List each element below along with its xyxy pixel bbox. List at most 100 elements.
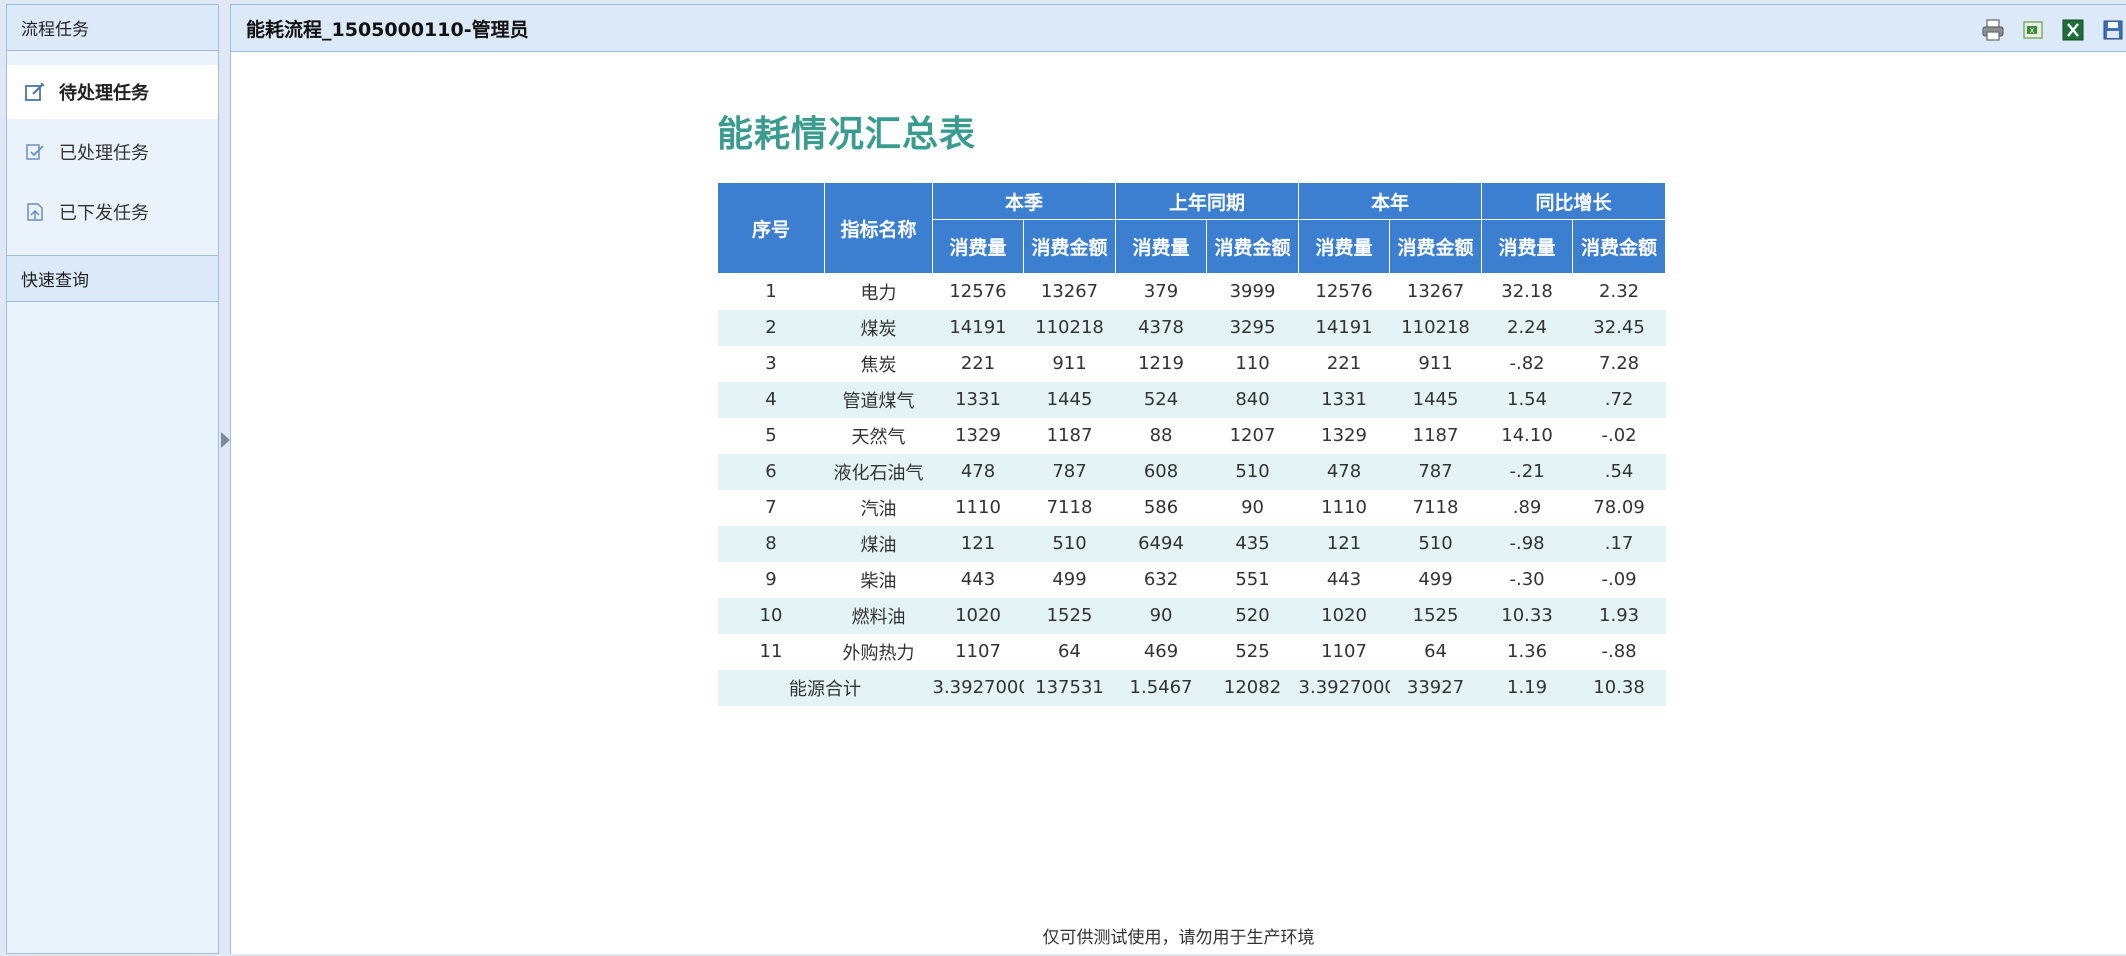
table-row: 7 汽油 1110 7118 586 90 1110 7118 .89 78.0… (717, 489, 1666, 526)
table-cell: 478 (1298, 453, 1390, 490)
table-cell: 1525 (1389, 597, 1482, 634)
sidebar-item-processed[interactable]: 已处理任务 (7, 125, 218, 179)
header-amount: 消费金额 (1206, 219, 1300, 274)
table-cell: 10.33 (1481, 597, 1573, 634)
table-row: 2 煤炭 14191 110218 4378 3295 14191 110218… (717, 309, 1666, 346)
table-cell: 435 (1206, 525, 1299, 562)
table-row: 10 燃料油 1020 1525 90 520 1020 1525 10.33 … (717, 597, 1666, 634)
sidebar-item-pending[interactable]: 待处理任务 (7, 65, 218, 119)
table-row: 1 电力 12576 13267 379 3999 12576 13267 32… (717, 273, 1666, 310)
table-cell: 1020 (1298, 597, 1390, 634)
sidebar-item-label: 待处理任务 (59, 83, 149, 104)
table-row: 4 管道煤气 1331 1445 524 840 1331 1445 1.54 … (717, 381, 1666, 418)
toolbar: X (1980, 17, 2126, 43)
panel-splitter[interactable] (219, 4, 230, 954)
sidebar: 流程任务 待处理任务 已处理任务 已下发任务 快速查询 (6, 4, 219, 954)
table-row: 6 液化石油气 478 787 608 510 478 787 -.21 .54 (717, 453, 1666, 490)
table-cell: 柴油 (824, 561, 933, 598)
table-cell: 煤炭 (824, 309, 933, 346)
table-cell: 90 (1115, 597, 1207, 634)
table-cell: -.88 (1572, 633, 1666, 670)
table-cell: 110218 (1389, 309, 1482, 346)
table-cell: 1187 (1023, 417, 1116, 454)
table-cell: 510 (1206, 453, 1299, 490)
table-cell: 1.93 (1572, 597, 1666, 634)
export-icon[interactable]: X (2020, 17, 2046, 43)
table-cell: 510 (1389, 525, 1482, 562)
table-row: 11 外购热力 1107 64 469 525 1107 64 1.36 -.8… (717, 633, 1666, 670)
table-row: 5 天然气 1329 1187 88 1207 1329 1187 14.10 … (717, 417, 1666, 454)
table-cell: -.30 (1481, 561, 1573, 598)
table-cell: 840 (1206, 381, 1299, 418)
header-qty: 消费量 (1115, 219, 1208, 274)
table-cell: 13267 (1023, 273, 1116, 310)
table-cell: 1219 (1115, 345, 1207, 382)
table-cell: 1525 (1023, 597, 1116, 634)
table-cell: .89 (1481, 489, 1573, 526)
table-cell: 3295 (1206, 309, 1299, 346)
expand-arrow-icon[interactable] (221, 432, 230, 448)
table-cell: 221 (1298, 345, 1390, 382)
table-cell: 12576 (932, 273, 1024, 310)
total-label: 能源合计 (717, 669, 933, 706)
excel-icon[interactable] (2060, 17, 2086, 43)
main-panel: 能耗流程_1505000110-管理员 X 能耗情况汇总表 序号 指标名称 本季… (230, 4, 2126, 954)
table-cell: -.02 (1572, 417, 1666, 454)
table-cell: 90 (1206, 489, 1299, 526)
table-cell: 11 (717, 633, 825, 670)
table-cell: 2.32 (1572, 273, 1666, 310)
table-cell: 551 (1206, 561, 1299, 598)
table-cell: 110 (1206, 345, 1299, 382)
sidebar-item-label: 已处理任务 (59, 143, 149, 164)
table-cell: 煤油 (824, 525, 933, 562)
quick-search-section[interactable]: 快速查询 (7, 255, 218, 302)
header-group: 同比增长 (1481, 182, 1667, 220)
table-cell: 1107 (1298, 633, 1390, 670)
table-cell: 469 (1115, 633, 1207, 670)
header-qty: 消费量 (1481, 219, 1574, 274)
table-cell: 1 (717, 273, 825, 310)
svg-text:X: X (2030, 27, 2035, 35)
table-cell: 78.09 (1572, 489, 1666, 526)
table-cell: 7118 (1023, 489, 1116, 526)
table-cell: 520 (1206, 597, 1299, 634)
table-cell: 524 (1115, 381, 1207, 418)
save-icon[interactable] (2100, 17, 2126, 43)
print-icon[interactable] (1980, 17, 2006, 43)
table-cell: 13267 (1389, 273, 1482, 310)
sidebar-item-label: 已下发任务 (59, 203, 149, 224)
main-header: 能耗流程_1505000110-管理员 X (231, 5, 2126, 52)
table-cell: 6 (717, 453, 825, 490)
sidebar-header[interactable]: 流程任务 (7, 5, 218, 51)
table-cell: 12082 (1206, 669, 1299, 706)
sidebar-item-sent[interactable]: 已下发任务 (7, 185, 218, 239)
table-cell: 2 (717, 309, 825, 346)
edit-icon (23, 80, 47, 104)
table-cell: 3.39270000 (1298, 669, 1390, 706)
table-cell: 379 (1115, 273, 1207, 310)
table-cell: 汽油 (824, 489, 933, 526)
table-cell: 电力 (824, 273, 933, 310)
table-cell: 32.45 (1572, 309, 1666, 346)
table-cell: -.21 (1481, 453, 1573, 490)
header-qty: 消费量 (1298, 219, 1391, 274)
table-cell: -.82 (1481, 345, 1573, 382)
table-cell: 88 (1115, 417, 1207, 454)
table-cell: 1187 (1389, 417, 1482, 454)
table-cell: 911 (1023, 345, 1116, 382)
table-cell: -.98 (1481, 525, 1573, 562)
table-cell: 液化石油气 (824, 453, 933, 490)
table-cell: 1329 (932, 417, 1024, 454)
table-cell: 510 (1023, 525, 1116, 562)
header-amount: 消费金额 (1389, 219, 1483, 274)
header-amount: 消费金额 (1572, 219, 1667, 274)
table-cell: 天然气 (824, 417, 933, 454)
header-qty: 消费量 (932, 219, 1024, 274)
header-group: 本年 (1298, 182, 1483, 220)
table-cell: 3 (717, 345, 825, 382)
table-header-row: 序号 指标名称 本季 上年同期 本年 同比增长 (717, 182, 1667, 274)
table-cell: 632 (1115, 561, 1207, 598)
table-cell: 1331 (1298, 381, 1390, 418)
table-cell: 1110 (1298, 489, 1390, 526)
footer-note: 仅可供测试使用，请勿用于生产环境 (1042, 928, 1315, 948)
